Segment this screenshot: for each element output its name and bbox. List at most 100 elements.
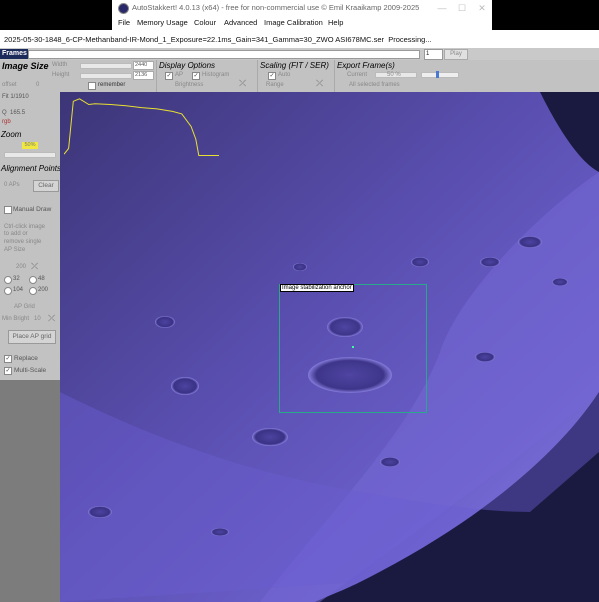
height-slider[interactable] (80, 73, 132, 79)
app-icon (118, 3, 129, 14)
display-options-panel: Display Options ✓ AP ✓ Histogram Brightn… (157, 60, 258, 92)
hint-line-4: AP Size (4, 247, 26, 253)
reset-range-icon[interactable]: ⤫ (316, 79, 323, 88)
menu-bar: File Memory Usage Colour Advanced Image … (112, 16, 492, 30)
fit-value: 1/1910 (10, 94, 29, 100)
ap-grid-label: AP Grid (14, 304, 35, 310)
file-name: 2025-05-30-1848_6-CP-Methanband-IR-Mond_… (4, 35, 432, 44)
height-input[interactable]: 2136 (133, 71, 154, 80)
export-title: Export Frame(s) (337, 61, 395, 70)
remember-checkbox[interactable] (88, 82, 96, 90)
quality-label: Q (2, 110, 7, 116)
remember-label: remember (98, 82, 126, 88)
hint-line-3: remove single (4, 239, 42, 245)
width-label: Width (52, 62, 68, 68)
file-bar: 2025-05-30-1848_6-CP-Methanband-IR-Mond_… (0, 30, 599, 48)
current-label: Current (347, 72, 368, 78)
menu-file[interactable]: File (118, 18, 130, 27)
fit-label: Fit 1/1910 (2, 94, 29, 100)
ap-size-32-radio[interactable] (4, 276, 12, 284)
multiscale-label: Multi-Scale (14, 367, 47, 374)
manual-draw-label: Manual Draw (13, 206, 52, 213)
zoom-value: 50% (22, 142, 38, 149)
crater (293, 263, 307, 271)
ap-size-104-radio[interactable] (4, 287, 12, 295)
crater (552, 278, 568, 286)
stabilization-anchor-box[interactable] (279, 284, 427, 413)
width-slider[interactable] (80, 63, 132, 69)
menu-advanced[interactable]: Advanced (224, 18, 257, 27)
crater (475, 352, 495, 362)
frames-slider[interactable] (28, 50, 420, 59)
image-size-title: Image Size (2, 61, 49, 71)
export-panel: Export Frame(s) Current 50 % All selecte… (335, 60, 465, 92)
hint-line-1: Ctrl-click image (4, 224, 46, 230)
stabilization-anchor-label: Image stabilization anchor (280, 284, 354, 292)
ap-size-48-label: 48 (38, 276, 45, 282)
quality-readout: Q 165.5 (2, 110, 25, 116)
display-options-title: Display Options (159, 61, 216, 70)
offset-value: 0 (36, 82, 40, 88)
min-bright-reset-icon[interactable]: ⤫ (48, 314, 55, 323)
replace-label: Replace (14, 355, 38, 362)
ap-size-200-radio[interactable] (29, 287, 37, 295)
crater (211, 528, 229, 536)
reset-brightness-icon[interactable]: ⤫ (239, 79, 246, 88)
alignment-points-title: Alignment Points (1, 164, 62, 173)
clear-button[interactable]: Clear (33, 180, 59, 192)
title-bar[interactable]: AutoStakkert! 4.0.13 (x64) - free for no… (112, 0, 492, 16)
desktop-background (492, 0, 599, 30)
auto-scaling-checkbox[interactable]: ✓ (268, 72, 276, 80)
ap-size-32-label: 32 (13, 276, 20, 282)
frames-row: Frames 1 Play (0, 48, 599, 60)
menu-memory-usage[interactable]: Memory Usage (137, 18, 188, 27)
export-quality-slider[interactable] (421, 71, 459, 78)
offset-label: offset (2, 82, 17, 88)
ap-size-48-radio[interactable] (29, 276, 37, 284)
place-ap-grid-button[interactable]: Place AP grid (8, 330, 56, 344)
scaling-title: Scaling (FIT / SER) (260, 61, 329, 70)
file-name-text: 2025-05-30-1848_6-CP-Methanband-IR-Mond_… (4, 35, 385, 44)
crater (380, 457, 400, 467)
ap-size-reset-icon[interactable]: ⤫ (31, 262, 38, 271)
scaling-panel: Scaling (FIT / SER) ✓ Auto Range ⤫ (258, 60, 335, 92)
rgb-label: rgb (2, 119, 11, 125)
export-percent: 50 % (387, 72, 401, 78)
all-selected-label: All selected frames (349, 82, 400, 88)
processing-status: Processing... (388, 35, 432, 44)
export-slider-thumb[interactable] (436, 71, 439, 78)
crater (252, 428, 288, 446)
fit-label-text: Fit (2, 94, 9, 100)
crater (480, 257, 500, 267)
min-bright-label: Min Bright (2, 316, 30, 322)
ap-label: AP (175, 72, 184, 78)
top-panels: Image Size Width 2440 Height 2136 offset… (0, 60, 599, 92)
play-button[interactable]: Play (444, 49, 468, 60)
min-bright-value: 10 (34, 316, 41, 322)
quality-value: 165.5 (10, 110, 26, 116)
height-label: Height (52, 72, 70, 78)
crater (171, 377, 199, 395)
minimize-icon[interactable]: — (432, 0, 452, 16)
quality-curve (64, 98, 219, 156)
frames-label: Frames (0, 49, 28, 59)
desktop-background (0, 0, 112, 30)
zoom-slider[interactable] (4, 152, 56, 158)
ap-checkbox[interactable]: ✓ (165, 72, 173, 80)
close-icon[interactable]: ✕ (472, 0, 492, 16)
histogram-checkbox[interactable]: ✓ (192, 72, 200, 80)
frame-number-input[interactable]: 1 (424, 49, 443, 60)
width-input[interactable]: 2440 (133, 61, 154, 70)
replace-checkbox[interactable]: ✓ (4, 355, 12, 363)
menu-help[interactable]: Help (328, 18, 343, 27)
maximize-icon[interactable]: ☐ (452, 0, 472, 16)
crater (411, 257, 429, 267)
ap-size-104-label: 104 (13, 287, 24, 293)
ap-size-200-label: 200 (38, 287, 49, 293)
ap-size-value: 200 (16, 264, 27, 270)
multiscale-checkbox[interactable]: ✓ (4, 367, 12, 375)
manual-draw-checkbox[interactable] (4, 206, 12, 214)
menu-image-calibration[interactable]: Image Calibration (264, 18, 323, 27)
menu-colour[interactable]: Colour (194, 18, 216, 27)
quality-graph (64, 98, 219, 156)
